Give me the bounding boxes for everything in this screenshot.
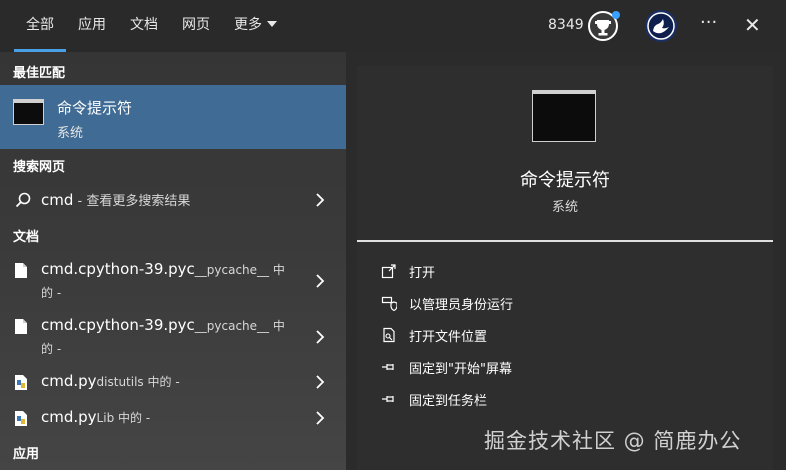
divider bbox=[357, 240, 773, 242]
action-label: 固定到任务栏 bbox=[409, 394, 488, 409]
action-label: 以管理员身份运行 bbox=[409, 298, 514, 313]
search-scope-bar: 全部 应用 文档 网页 更多 8349 ··· ✕ bbox=[0, 0, 786, 52]
tab-apps[interactable]: 应用 bbox=[78, 0, 106, 52]
best-match-command-prompt[interactable]: 命令提示符 系统 bbox=[0, 85, 346, 149]
results-pane: 最佳匹配 命令提示符 系统 搜索网页 cmd - 查看更多搜索结果 文档 cmd… bbox=[0, 52, 346, 470]
doc-line2: 的 - bbox=[41, 342, 62, 356]
action-label: 打开文件位置 bbox=[409, 330, 488, 345]
tab-more-label: 更多 bbox=[234, 17, 262, 33]
best-match-subtitle: 系统 bbox=[57, 126, 84, 141]
tab-all[interactable]: 全部 bbox=[14, 0, 66, 52]
doc-location: __pycache__ 中 bbox=[194, 319, 285, 333]
rewards-points: 8349 bbox=[548, 17, 584, 33]
command-prompt-icon bbox=[13, 99, 44, 125]
web-result-query: cmd bbox=[41, 191, 74, 209]
close-button[interactable]: ✕ bbox=[744, 13, 761, 37]
doc-title: cmd.pydistutils 中的 - bbox=[41, 372, 180, 390]
doc-location: __pycache__ 中 bbox=[194, 263, 285, 277]
list-item[interactable]: cmd.cpython-39.pyc__pycache__ 中 的 - bbox=[0, 256, 346, 308]
web-heading: 搜索网页 bbox=[13, 160, 66, 175]
doc-title: cmd.cpython-39.pyc__pycache__ 中 bbox=[41, 316, 285, 334]
python-file-icon bbox=[14, 410, 28, 431]
file-location-icon bbox=[381, 327, 397, 347]
doc-location: distutils 中的 - bbox=[96, 375, 180, 389]
chevron-right-icon[interactable] bbox=[315, 410, 325, 430]
list-item[interactable]: cmd.cpython-39.pyc__pycache__ 中 的 - bbox=[0, 312, 346, 364]
chevron-down-icon bbox=[267, 21, 277, 27]
chevron-right-icon[interactable] bbox=[315, 192, 325, 212]
action-open[interactable]: 打开 bbox=[357, 255, 773, 287]
chevron-right-icon[interactable] bbox=[315, 273, 325, 293]
tab-documents[interactable]: 文档 bbox=[130, 0, 158, 52]
apps-heading: 应用 bbox=[13, 447, 40, 462]
document-icon bbox=[14, 318, 28, 339]
doc-name: cmd.py bbox=[41, 408, 97, 426]
search-icon bbox=[14, 191, 32, 213]
action-pin-to-taskbar[interactable]: 固定到任务栏 bbox=[357, 383, 773, 415]
more-options-button[interactable]: ··· bbox=[700, 12, 717, 33]
preview-app-subtitle: 系统 bbox=[551, 200, 578, 215]
tab-more[interactable]: 更多 bbox=[234, 0, 277, 52]
command-prompt-large-icon bbox=[532, 90, 596, 142]
preview-app-name: 命令提示符 bbox=[520, 170, 610, 191]
doc-title: cmd.cpython-39.pyc__pycache__ 中 bbox=[41, 260, 285, 278]
rewards-trophy-icon[interactable] bbox=[586, 9, 622, 45]
preview-pane: 命令提示符 系统 打开 以管理员身份运行 打开文件位置 固定到"开始"屏幕 固定… bbox=[357, 66, 773, 470]
chevron-right-icon[interactable] bbox=[315, 374, 325, 394]
best-match-title: 命令提示符 bbox=[57, 99, 133, 117]
best-match-heading: 最佳匹配 bbox=[13, 66, 66, 81]
action-label: 固定到"开始"屏幕 bbox=[409, 362, 512, 377]
document-icon bbox=[14, 262, 28, 283]
web-result-suffix: - 查看更多搜索结果 bbox=[73, 194, 191, 209]
watermark: 掘金技术社区 @ 简鹿办公 bbox=[484, 429, 742, 453]
documents-heading: 文档 bbox=[13, 230, 40, 245]
doc-name: cmd.cpython-39.pyc bbox=[41, 316, 195, 334]
avatar[interactable] bbox=[644, 9, 678, 43]
list-item[interactable]: cmd.pyLib 中的 - bbox=[0, 404, 346, 436]
doc-name: cmd.py bbox=[41, 372, 97, 390]
action-run-as-admin[interactable]: 以管理员身份运行 bbox=[357, 287, 773, 319]
doc-title: cmd.pyLib 中的 - bbox=[41, 408, 150, 426]
open-icon bbox=[381, 263, 397, 283]
tab-web[interactable]: 网页 bbox=[182, 0, 210, 52]
chevron-right-icon[interactable] bbox=[315, 329, 325, 349]
doc-location: Lib 中的 - bbox=[96, 411, 151, 425]
doc-line2: 的 - bbox=[41, 286, 62, 300]
action-open-file-location[interactable]: 打开文件位置 bbox=[357, 319, 773, 351]
action-pin-to-start[interactable]: 固定到"开始"屏幕 bbox=[357, 351, 773, 383]
list-item[interactable]: cmd.pydistutils 中的 - bbox=[0, 368, 346, 400]
web-result-text: cmd - 查看更多搜索结果 bbox=[41, 190, 190, 209]
python-file-icon bbox=[14, 374, 28, 395]
pin-icon bbox=[381, 391, 397, 411]
doc-name: cmd.cpython-39.pyc bbox=[41, 260, 195, 278]
action-label: 打开 bbox=[409, 266, 436, 281]
shield-admin-icon bbox=[381, 295, 398, 315]
pin-icon bbox=[381, 359, 397, 379]
web-search-result[interactable]: cmd - 查看更多搜索结果 bbox=[0, 186, 346, 216]
